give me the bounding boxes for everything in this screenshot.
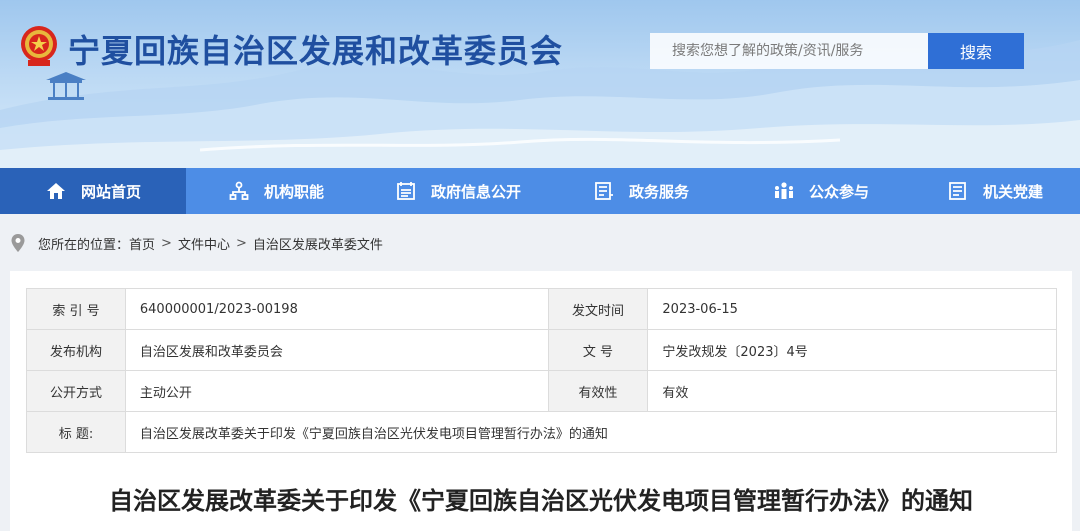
- table-row: 标 题: 自治区发展改革委关于印发《宁夏回族自治区光伏发电项目管理暂行办法》的通…: [26, 411, 1058, 453]
- title-value: 自治区发展改革委关于印发《宁夏回族自治区光伏发电项目管理暂行办法》的通知: [124, 411, 1058, 453]
- nav-item-info-disclosure[interactable]: 政府信息公开: [366, 168, 550, 214]
- issue-date-value: 2023-06-15: [647, 288, 1057, 330]
- pavilion-icon: [46, 72, 86, 100]
- disclosure-method-value: 主动公开: [124, 370, 549, 412]
- site-header: 宁夏回族自治区发展和改革委员会 搜索: [0, 0, 1080, 168]
- nav-item-label: 机构职能: [263, 182, 324, 201]
- table-row: 索 引 号 640000001/2023-00198 发文时间 2023-06-…: [26, 288, 1057, 330]
- index-number-value: 640000001/2023-00198: [124, 288, 549, 330]
- nav-item-label: 政府信息公开: [430, 182, 521, 201]
- breadcrumb-separator: >: [235, 235, 247, 251]
- table-row: 发布机构 自治区发展和改革委员会 文 号 宁发改规发〔2023〕4号: [26, 329, 1057, 371]
- title-label: 标 题:: [26, 411, 126, 453]
- location-pin-icon: [11, 234, 25, 252]
- breadcrumb-link-file-center[interactable]: 文件中心: [178, 234, 230, 253]
- site-title: 宁夏回族自治区发展和改革委员会: [68, 32, 564, 70]
- document-icon: [947, 180, 969, 202]
- nav-item-home[interactable]: 网站首页: [0, 168, 186, 214]
- breadcrumb: 您所在的位置： 首页 > 文件中心 > 自治区发展改革委文件: [10, 232, 383, 254]
- main-nav: 网站首页 机构职能 政府信息公开 政务服务 公众参与 机关党建: [0, 168, 1080, 214]
- nav-item-label: 网站首页: [80, 182, 141, 201]
- search-button[interactable]: 搜索: [928, 33, 1024, 69]
- nav-item-label: 政务服务: [628, 182, 689, 201]
- breadcrumb-prefix: 您所在的位置：: [38, 237, 130, 253]
- document-metadata-table: 索 引 号 640000001/2023-00198 发文时间 2023-06-…: [26, 288, 1058, 453]
- nav-item-public-participation[interactable]: 公众参与: [732, 168, 910, 214]
- nav-item-org[interactable]: 机构职能: [186, 168, 366, 214]
- issuer-value: 自治区发展和改革委员会: [124, 329, 549, 371]
- search-input[interactable]: [650, 33, 928, 69]
- document-title: 自治区发展改革委关于印发《宁夏回族自治区光伏发电项目管理暂行办法》的通知: [109, 487, 973, 515]
- org-chart-icon: [228, 180, 250, 202]
- disclosure-method-label: 公开方式: [26, 370, 126, 412]
- breadcrumb-separator: >: [161, 235, 172, 251]
- index-number-label: 索 引 号: [26, 288, 126, 330]
- table-row: 公开方式 主动公开 有效性 有效: [26, 370, 1057, 412]
- nav-item-label: 机关党建: [982, 182, 1043, 201]
- document-number-label: 文 号: [547, 329, 649, 371]
- nav-item-label: 公众参与: [808, 182, 869, 201]
- national-emblem-icon: [21, 26, 57, 66]
- validity-label: 有效性: [547, 370, 649, 412]
- document-number-value: 宁发改规发〔2023〕4号: [647, 329, 1057, 371]
- breadcrumb-link-home[interactable]: 首页: [129, 234, 155, 253]
- list-icon: [593, 180, 615, 202]
- validity-value: 有效: [647, 370, 1057, 412]
- nav-item-gov-services[interactable]: 政务服务: [550, 168, 732, 214]
- breadcrumb-link-commission-files[interactable]: 自治区发展改革委文件: [253, 234, 383, 253]
- newspaper-icon: [395, 180, 417, 202]
- nav-item-party-building[interactable]: 机关党建: [910, 168, 1080, 214]
- home-icon: [45, 180, 67, 202]
- issuer-label: 发布机构: [26, 329, 126, 371]
- people-icon: [773, 180, 795, 202]
- document-panel: 索 引 号 640000001/2023-00198 发文时间 2023-06-…: [10, 271, 1072, 531]
- issue-date-label: 发文时间: [547, 288, 649, 330]
